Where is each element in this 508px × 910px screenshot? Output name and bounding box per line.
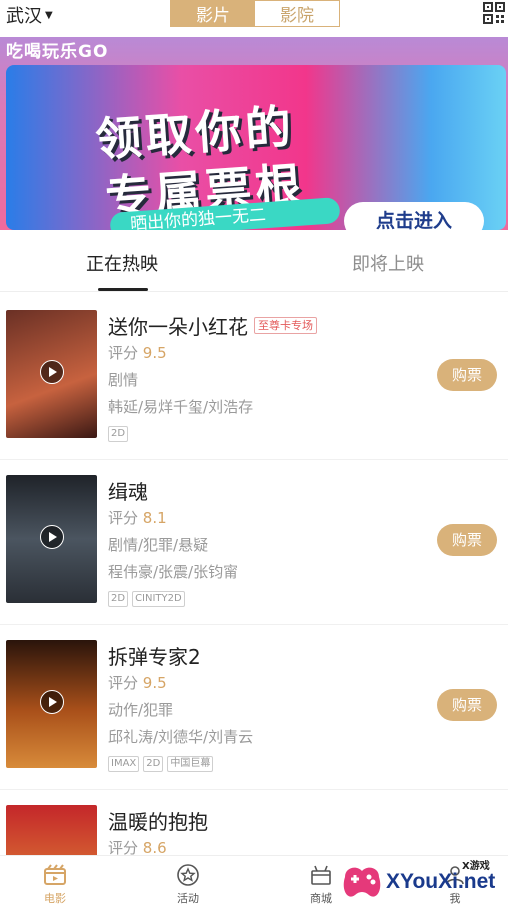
format-tag: 中国巨幕: [167, 756, 214, 772]
movie-title: 缉魂: [108, 479, 148, 504]
city-label: 武汉: [6, 6, 42, 27]
format-tags: IMAX 2D 中国巨幕: [108, 756, 408, 772]
tab-active-indicator: [98, 288, 148, 291]
nav-activities[interactable]: 活动: [153, 862, 223, 906]
banner-logo: 吃喝玩乐GO: [6, 42, 109, 62]
nav-label: 电影: [44, 892, 66, 905]
promo-badge: 至尊卡专场: [254, 316, 317, 334]
format-tag: IMAX: [108, 756, 140, 772]
movie-poster[interactable]: [6, 310, 97, 438]
star-circle-icon: [175, 862, 201, 888]
movie-row[interactable]: 拆弹专家2 评分 9.5 动作/犯罪 邱礼涛/刘德华/刘青云 IMAX 2D 中…: [0, 630, 508, 790]
format-tag: 2D: [143, 756, 164, 772]
buy-ticket-button[interactable]: 购票: [437, 359, 497, 391]
movie-score: 9.5: [142, 674, 167, 692]
movie-title: 温暖的抱抱: [108, 809, 208, 834]
movie-title: 拆弹专家2: [108, 644, 201, 669]
qr-scan-icon[interactable]: [483, 2, 505, 24]
format-tags: 2D CINITY2D: [108, 591, 408, 607]
nav-label: 活动: [177, 892, 199, 905]
score-label: 评分: [108, 344, 139, 362]
play-icon[interactable]: [40, 525, 64, 549]
top-bar: 武汉 ▼ 影片 影院: [0, 0, 508, 30]
format-tag: 2D: [108, 591, 129, 607]
movie-cinema-toggle: 影片 影院: [170, 0, 340, 27]
movie-info: 温暖的抱抱 评分 8.6: [108, 805, 408, 862]
tab-now-showing[interactable]: 正在热映: [86, 250, 158, 276]
promo-banner[interactable]: 吃喝玩乐GO 领取你的 专属票根 晒出你的独一无二 点击进入: [0, 37, 508, 230]
buy-ticket-button[interactable]: 购票: [437, 689, 497, 721]
nav-label: 商城: [310, 892, 332, 905]
movie-info: 拆弹专家2 评分 9.5 动作/犯罪 邱礼涛/刘德华/刘青云 IMAX 2D 中…: [108, 640, 408, 772]
movie-info: 送你一朵小红花 至尊卡专场 评分 9.5 剧情 韩延/易烊千玺/刘浩存 2D: [108, 310, 408, 442]
movie-genre: 动作/犯罪: [108, 701, 174, 719]
segment-cinemas[interactable]: 影院: [255, 1, 339, 26]
watermark-main-text: XYouXi.net: [386, 870, 496, 893]
segment-movies[interactable]: 影片: [171, 1, 255, 26]
movie-score: 8.1: [142, 509, 167, 527]
film-clapper-icon: [42, 862, 68, 888]
nav-movies[interactable]: 电影: [20, 862, 90, 906]
movie-poster[interactable]: [6, 640, 97, 768]
tab-coming-soon[interactable]: 即将上映: [352, 250, 424, 276]
gamepad-logo-icon: [343, 867, 381, 897]
movie-genre: 剧情: [108, 371, 139, 389]
movie-row[interactable]: 缉魂 评分 8.1 剧情/犯罪/悬疑 程伟豪/张震/张钧甯 2D CINITY2…: [0, 465, 508, 625]
movie-cast: 邱礼涛/刘德华/刘青云: [108, 728, 254, 746]
movie-cast: 程伟豪/张震/张钧甯: [108, 563, 239, 581]
play-icon[interactable]: [40, 690, 64, 714]
movie-cast: 韩延/易烊千玺/刘浩存: [108, 398, 254, 416]
movie-title: 送你一朵小红花: [108, 314, 248, 339]
movie-score: 9.5: [142, 344, 167, 362]
format-tag: CINITY2D: [132, 591, 185, 607]
buy-ticket-button[interactable]: 购票: [437, 524, 497, 556]
play-icon[interactable]: [40, 360, 64, 384]
format-tag: 2D: [108, 426, 129, 442]
movie-tabs: 正在热映 即将上映: [0, 232, 508, 292]
movie-row[interactable]: 送你一朵小红花 至尊卡专场 评分 9.5 剧情 韩延/易烊千玺/刘浩存 2D 购…: [0, 300, 508, 460]
banner-cta-button[interactable]: 点击进入: [344, 202, 484, 230]
format-tags: 2D: [108, 426, 408, 442]
caret-down-icon: ▼: [45, 9, 53, 21]
city-selector[interactable]: 武汉 ▼: [6, 2, 53, 28]
movie-poster[interactable]: [6, 475, 97, 603]
score-label: 评分: [108, 509, 139, 527]
score-label: 评分: [108, 674, 139, 692]
movie-genre: 剧情/犯罪/悬疑: [108, 536, 209, 554]
shop-icon: [308, 862, 334, 888]
movie-info: 缉魂 评分 8.1 剧情/犯罪/悬疑 程伟豪/张震/张钧甯 2D CINITY2…: [108, 475, 408, 607]
